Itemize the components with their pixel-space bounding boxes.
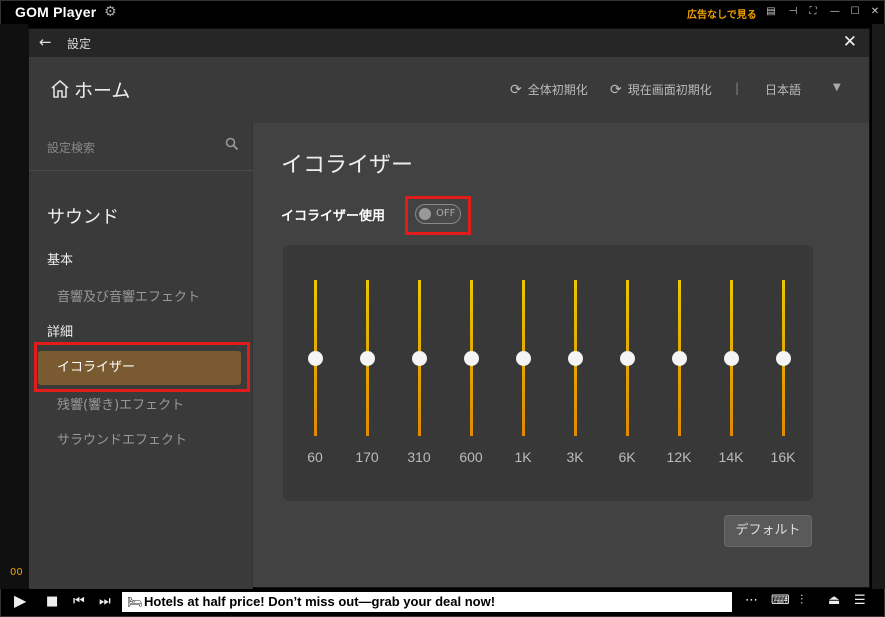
eq-band-slider[interactable]: 6K [607, 245, 647, 501]
eq-band-slider[interactable]: 170 [347, 245, 387, 501]
eq-band-label: 310 [407, 449, 431, 465]
eject-icon[interactable]: ⏏ [828, 593, 840, 608]
back-arrow-icon[interactable]: ← [39, 33, 52, 51]
pin-icon[interactable]: ⊣ [785, 5, 801, 19]
refresh-icon: ⟳ [510, 82, 522, 98]
time-display: 00 [10, 567, 23, 578]
menu-icon[interactable]: ☰ [854, 593, 866, 608]
sidebar-group-basic: 基本 [47, 253, 74, 268]
settings-window: ← 設定 ✕ ホーム ⟳ 全体初期化 ⟳ 現在画面初期化 | 日本語 ▼ 設定検索 … [28, 28, 870, 589]
eq-band-knob[interactable] [516, 350, 531, 366]
eq-band-knob[interactable] [360, 350, 375, 366]
eq-band-label: 6K [618, 449, 636, 465]
previous-icon[interactable]: ⏮ [73, 594, 85, 609]
eq-band-knob[interactable] [724, 350, 739, 366]
eq-band-slider[interactable]: 16K [763, 245, 803, 501]
minimize-icon[interactable]: — [827, 5, 843, 19]
eq-band-knob[interactable] [412, 350, 427, 366]
reset-all-label: 全体初期化 [527, 83, 588, 97]
eq-band-slider[interactable]: 12K [659, 245, 699, 501]
eq-band-label: 600 [459, 449, 483, 465]
fullscreen-icon[interactable]: ⛶ [805, 5, 821, 19]
eq-band-label: 1K [514, 449, 532, 465]
home-label[interactable]: ホーム [74, 76, 130, 103]
playlist-icon[interactable]: ▤ [763, 5, 779, 19]
hotel-icon: 🛏 [127, 595, 143, 609]
gear-icon[interactable]: ⚙ [104, 4, 117, 20]
equalizer-use-label: イコライザー使用 [281, 209, 386, 224]
eq-band-knob[interactable] [620, 350, 635, 366]
settings-title: 設定 [67, 37, 92, 51]
eq-band-slider[interactable]: 1K [503, 245, 543, 501]
default-button[interactable]: デフォルト [724, 515, 812, 547]
play-icon[interactable]: ▶ [14, 591, 26, 610]
maximize-icon[interactable]: ☐ [847, 5, 863, 19]
reset-current-button[interactable]: ⟳ 現在画面初期化 [610, 81, 712, 98]
reset-all-button[interactable]: ⟳ 全体初期化 [510, 81, 588, 98]
next-icon[interactable]: ⏭ [99, 594, 111, 609]
highlight-box-equalizer [34, 342, 250, 392]
divider: | [735, 81, 740, 95]
search-icon[interactable] [225, 137, 239, 151]
settings-search[interactable]: 設定検索 [29, 123, 253, 171]
eq-band-knob[interactable] [776, 350, 791, 366]
sidebar-group-detail: 詳細 [47, 325, 74, 340]
highlight-box-toggle [405, 196, 471, 235]
eq-band-slider[interactable]: 310 [399, 245, 439, 501]
stop-icon[interactable]: ■ [46, 594, 58, 609]
sidebar-item-surround[interactable]: サラウンドエフェクト [57, 429, 187, 448]
settings-top-bar [29, 57, 869, 123]
eq-band-label: 16K [770, 449, 796, 465]
equalizer-panel: 60 170 310 600 1K 3K 6K 12K 14K 16K [283, 245, 813, 501]
ad-text: Hotels at half price! Don’t miss out—gra… [144, 594, 496, 609]
app-logo: GOM Player [15, 4, 97, 20]
eq-band-knob[interactable] [568, 350, 583, 366]
ad-free-link[interactable]: 広告なしで見る [687, 6, 757, 21]
ad-banner[interactable]: 🛏 Hotels at half price! Don’t miss out—g… [122, 592, 732, 612]
equalizer-icon[interactable]: ⫶ [800, 593, 803, 608]
eq-band-knob[interactable] [464, 350, 479, 366]
chevron-down-icon[interactable]: ▼ [833, 82, 841, 93]
home-icon[interactable] [50, 79, 70, 99]
sidebar-heading: サウンド [47, 207, 119, 228]
sidebar-item-reverb[interactable]: 残響(響き)エフェクト [57, 394, 184, 413]
eq-band-slider[interactable]: 60 [295, 245, 335, 501]
close-icon[interactable]: ✕ [843, 32, 857, 52]
search-input[interactable]: 設定検索 [47, 139, 95, 156]
eq-band-slider[interactable]: 3K [555, 245, 595, 501]
eq-band-slider[interactable]: 600 [451, 245, 491, 501]
eq-band-knob[interactable] [672, 350, 687, 366]
eq-band-label: 3K [566, 449, 584, 465]
video-area-right [872, 24, 885, 589]
eq-band-label: 14K [718, 449, 744, 465]
close-window-icon[interactable]: ✕ [867, 5, 883, 19]
page-title: イコライザー [281, 153, 414, 178]
eq-band-knob[interactable] [308, 350, 323, 366]
video-area-left [0, 24, 28, 589]
language-select[interactable]: 日本語 [765, 81, 801, 98]
player-title-bar: GOM Player ⚙ 広告なしで見る ▤ ⊣ ⛶ — ☐ ✕ [0, 0, 885, 24]
subtitle-icon[interactable]: ⌨ [771, 593, 790, 608]
refresh-icon: ⟳ [610, 82, 622, 98]
eq-band-label: 60 [307, 449, 323, 465]
sidebar-item-sound-effects[interactable]: 音響及び音響エフェクト [57, 286, 200, 305]
more-icon[interactable]: ⋯ [745, 593, 758, 608]
eq-band-label: 170 [355, 449, 379, 465]
reset-current-label: 現在画面初期化 [627, 83, 712, 97]
eq-band-slider[interactable]: 14K [711, 245, 751, 501]
settings-header: ← 設定 ✕ [29, 29, 869, 57]
eq-band-label: 12K [666, 449, 692, 465]
